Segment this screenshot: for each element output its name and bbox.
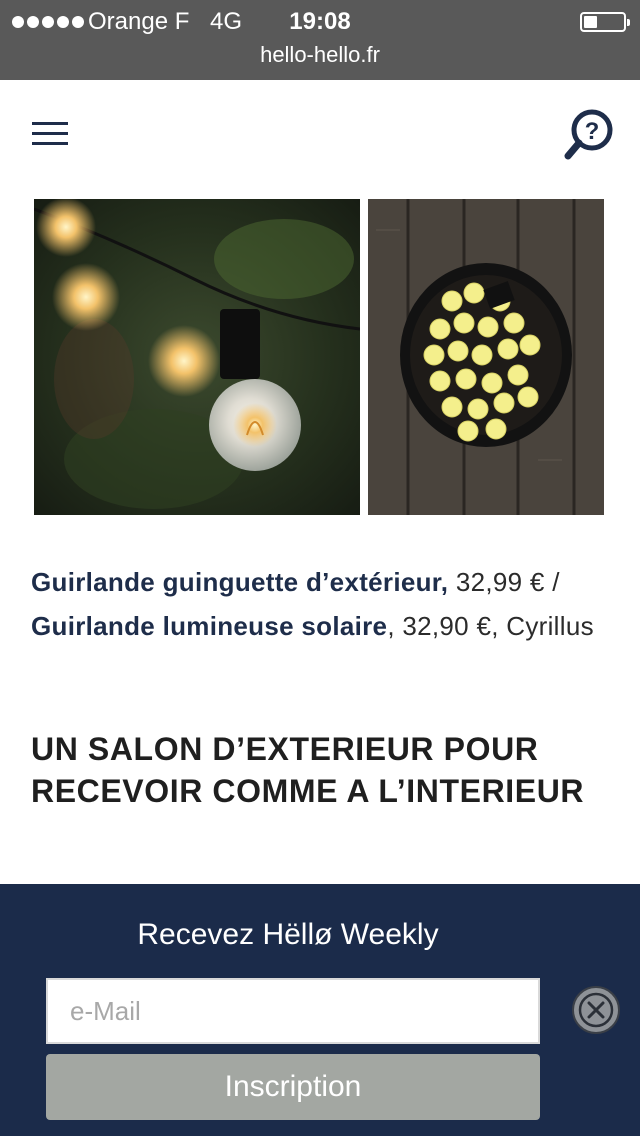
guinguette-string-lights-photo[interactable] (34, 199, 360, 515)
solar-lights-bowl-photo[interactable] (368, 199, 604, 515)
newsletter-title: Recevez Hëllø Weekly (137, 918, 439, 951)
product-price-guinguette: 32,99 € / (448, 567, 560, 597)
url-bar[interactable]: hello-hello.fr (0, 42, 640, 68)
newsletter-panel: Recevez Hëllø Weekly Inscription (0, 884, 640, 1136)
signal-strength-icon (12, 16, 84, 28)
inscription-button[interactable]: Inscription (46, 1054, 540, 1120)
close-icon (578, 992, 614, 1028)
battery-icon (580, 12, 630, 32)
carrier-name: Orange F (88, 8, 190, 35)
menu-button[interactable] (32, 122, 68, 146)
browser-status-bar: Orange F 4G 19:08 hello-hello.fr (0, 0, 640, 80)
status-row: Orange F 4G 19:08 (0, 6, 640, 36)
email-field[interactable] (46, 978, 540, 1044)
product-price-solaire: , 32,90 €, Cyrillus (387, 611, 594, 641)
network-type: 4G (210, 8, 243, 35)
product-caption: Guirlande guinguette d’extérieur, 32,99 … (31, 560, 616, 648)
product-link-guinguette[interactable]: Guirlande guinguette d’extérieur, (31, 567, 448, 597)
hamburger-icon (32, 122, 68, 125)
battery-level (584, 16, 598, 28)
magnifier-question-icon: ? (564, 109, 613, 160)
section-headline: UN SALON D’EXTERIEUR POUR RECEVOIR COMME… (31, 731, 585, 809)
product-link-solaire[interactable]: Guirlande lumineuse solaire (31, 611, 387, 641)
close-newsletter-button[interactable] (572, 986, 620, 1034)
search-button[interactable]: ? (564, 106, 616, 162)
svg-text:?: ? (585, 118, 600, 145)
